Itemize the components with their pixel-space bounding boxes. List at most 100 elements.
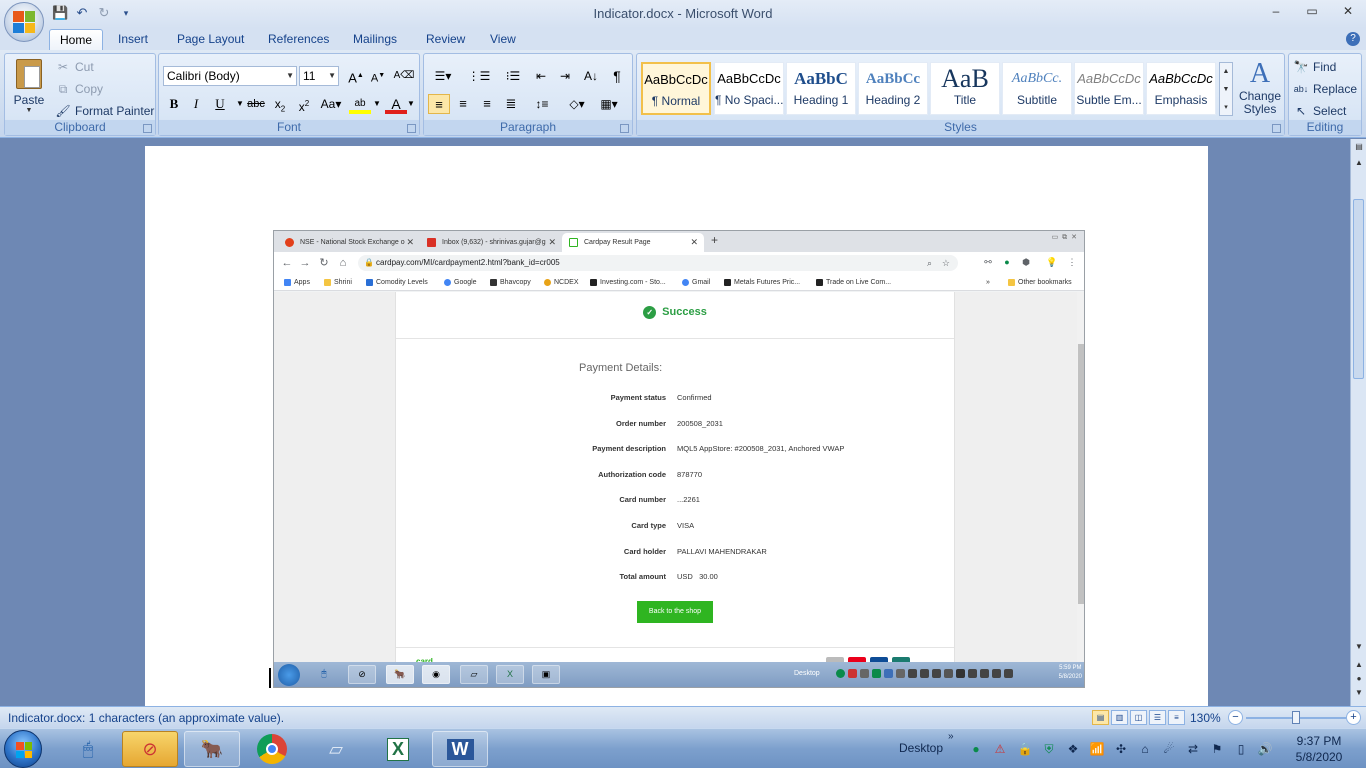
style-emphasis[interactable]: AaBbCcDc Emphasis — [1146, 62, 1216, 115]
taskbar-trading-app[interactable]: 🐂 — [184, 731, 240, 767]
font-dialog-launcher[interactable] — [407, 124, 416, 133]
cut-button[interactable]: ✂ Cut — [55, 57, 94, 77]
align-center-icon[interactable]: ≡ — [452, 94, 474, 114]
print-layout-icon[interactable]: ▤ — [1092, 710, 1109, 725]
increase-indent-icon[interactable]: ⇥ — [554, 66, 576, 86]
taskbar-excel[interactable]: X — [370, 731, 426, 767]
style-normal[interactable]: AaBbCcDc ¶ Normal — [641, 62, 711, 115]
draft-icon[interactable]: ≡ — [1168, 710, 1185, 725]
outline-icon[interactable]: ☰ — [1149, 710, 1166, 725]
tray-network-icon[interactable]: ⇄ — [1185, 741, 1201, 757]
tab-insert[interactable]: Insert — [108, 29, 158, 50]
tray-volume-icon[interactable]: 🔊 — [1257, 741, 1273, 757]
taskbar-notepad[interactable]: ▱ — [308, 731, 364, 767]
styles-scroll[interactable]: ▲ ▼ ▾ — [1219, 62, 1233, 116]
maximize-button[interactable]: ▭ — [1294, 0, 1330, 22]
tab-view[interactable]: View — [480, 29, 526, 50]
zoom-slider-thumb[interactable] — [1292, 711, 1300, 724]
strikethrough-button[interactable]: abc — [245, 94, 267, 114]
tray-shield-icon[interactable]: ⛨ — [1041, 741, 1057, 757]
tray-dropbox-icon[interactable]: ❖ — [1065, 741, 1081, 757]
decrease-indent-icon[interactable]: ⇤ — [530, 66, 552, 86]
minimize-button[interactable]: – — [1258, 0, 1294, 22]
start-button[interactable] — [4, 730, 42, 768]
toolbar-overflow-icon[interactable]: » — [948, 731, 954, 742]
sort-icon[interactable]: A↓ — [580, 66, 602, 86]
zoom-in-icon[interactable]: + — [1346, 710, 1361, 725]
subscript-button[interactable]: x2 — [269, 94, 291, 114]
close-button[interactable]: ✕ — [1330, 0, 1366, 22]
line-spacing-icon[interactable]: ↕≡ — [528, 94, 556, 114]
styles-dialog-launcher[interactable] — [1272, 124, 1281, 133]
font-size-combo[interactable]: 11 ▼ — [299, 66, 339, 86]
tab-home[interactable]: Home — [49, 29, 104, 50]
vertical-scrollbar[interactable]: ▤ ▲ ▼ ▲ ● ▼ — [1350, 139, 1366, 706]
font-family-combo[interactable]: Calibri (Body) ▼ — [163, 66, 297, 86]
style-heading-1[interactable]: AaBbC Heading 1 — [786, 62, 856, 115]
next-page-icon[interactable]: ▼ — [1353, 687, 1365, 699]
shading-icon[interactable]: ◇▾ — [562, 94, 592, 114]
paragraph-dialog-launcher[interactable] — [620, 124, 629, 133]
shrink-font-button[interactable]: A▼ — [367, 66, 389, 86]
align-left-icon[interactable]: ≡ — [428, 94, 450, 114]
office-button[interactable] — [4, 2, 44, 42]
previous-page-icon[interactable]: ▲ — [1353, 659, 1365, 671]
underline-button[interactable]: U — [209, 94, 231, 114]
help-icon[interactable]: ? — [1346, 32, 1360, 46]
tray-tools-icon[interactable]: ✣ — [1113, 741, 1129, 757]
format-painter-button[interactable]: 🖌 Format Painter — [55, 101, 154, 121]
highlight-color-button[interactable]: ab — [349, 94, 371, 114]
change-case-button[interactable]: Aa▾ — [317, 94, 345, 114]
taskbar-app-active[interactable]: ⊘ — [122, 731, 178, 767]
font-color-button[interactable]: A — [385, 94, 407, 114]
copy-button[interactable]: ⧉ Copy — [55, 79, 103, 99]
style-heading-2[interactable]: AaBbCc Heading 2 — [858, 62, 928, 115]
full-screen-reading-icon[interactable]: ▥ — [1111, 710, 1128, 725]
taskbar-word[interactable]: W — [432, 731, 488, 767]
tray-battery-icon[interactable]: ▯ — [1233, 741, 1249, 757]
word-count-status[interactable]: Indicator.docx: 1 characters (an approxi… — [8, 711, 284, 725]
system-clock[interactable]: 9:37 PM 5/8/2020 — [1288, 733, 1350, 765]
tab-references[interactable]: References — [258, 29, 339, 50]
italic-button[interactable]: I — [185, 94, 207, 114]
borders-icon[interactable]: ▦▾ — [594, 94, 624, 114]
tab-review[interactable]: Review — [416, 29, 475, 50]
justify-icon[interactable]: ≣ — [500, 94, 522, 114]
browse-object-icon[interactable]: ● — [1353, 673, 1365, 685]
bullets-icon[interactable]: ☰▾ — [428, 66, 458, 86]
scroll-up-icon[interactable]: ▲ — [1353, 157, 1365, 169]
tray-green-circle-icon[interactable]: ● — [968, 741, 984, 757]
replace-button[interactable]: ab↓ Replace — [1293, 79, 1357, 99]
style-title[interactable]: AaB Title — [930, 62, 1000, 115]
superscript-button[interactable]: x2 — [293, 94, 315, 114]
scroll-thumb[interactable] — [1353, 199, 1364, 379]
embedded-screenshot-image[interactable]: NSE - National Stock Exchange o ✕ Inbox … — [273, 230, 1085, 688]
mouse-app-icon[interactable]: 🖱 — [62, 731, 114, 767]
find-button[interactable]: 🔭 Find — [1293, 57, 1337, 77]
style-subtitle[interactable]: AaBbCc. Subtitle — [1002, 62, 1072, 115]
web-layout-icon[interactable]: ◫ — [1130, 710, 1147, 725]
multilevel-list-icon[interactable]: ⁝☰ — [500, 66, 526, 86]
align-right-icon[interactable]: ≡ — [476, 94, 498, 114]
desktop-toolbar-label[interactable]: Desktop — [899, 741, 943, 755]
ruler-toggle-icon[interactable]: ▤ — [1353, 141, 1365, 153]
grow-font-button[interactable]: A▲ — [345, 66, 367, 86]
tab-page-layout[interactable]: Page Layout — [167, 29, 254, 50]
tray-flag-icon[interactable]: ⚑ — [1209, 741, 1225, 757]
tray-lock-icon[interactable]: 🔒 — [1017, 741, 1033, 757]
show-paragraph-marks-icon[interactable]: ¶ — [606, 66, 628, 86]
tray-app-icon[interactable]: ☄ — [1161, 741, 1177, 757]
style-no-spacing[interactable]: AaBbCcDc ¶ No Spaci... — [714, 62, 784, 115]
tray-alert-icon[interactable]: ⚠ — [992, 741, 1008, 757]
scroll-down-icon[interactable]: ▼ — [1353, 641, 1365, 653]
zoom-out-icon[interactable]: − — [1228, 710, 1243, 725]
tab-mailings[interactable]: Mailings — [343, 29, 407, 50]
zoom-level[interactable]: 130% — [1190, 711, 1221, 725]
numbering-icon[interactable]: ⋮☰ — [464, 66, 494, 86]
tray-signal-icon[interactable]: 📶 — [1089, 741, 1105, 757]
select-button[interactable]: ↖ Select — [1293, 101, 1346, 121]
taskbar-chrome[interactable] — [244, 731, 300, 767]
bold-button[interactable]: B — [163, 94, 185, 114]
chevron-down-icon[interactable]: ▼ — [405, 94, 417, 114]
clear-formatting-button[interactable]: A⌫ — [393, 66, 415, 86]
